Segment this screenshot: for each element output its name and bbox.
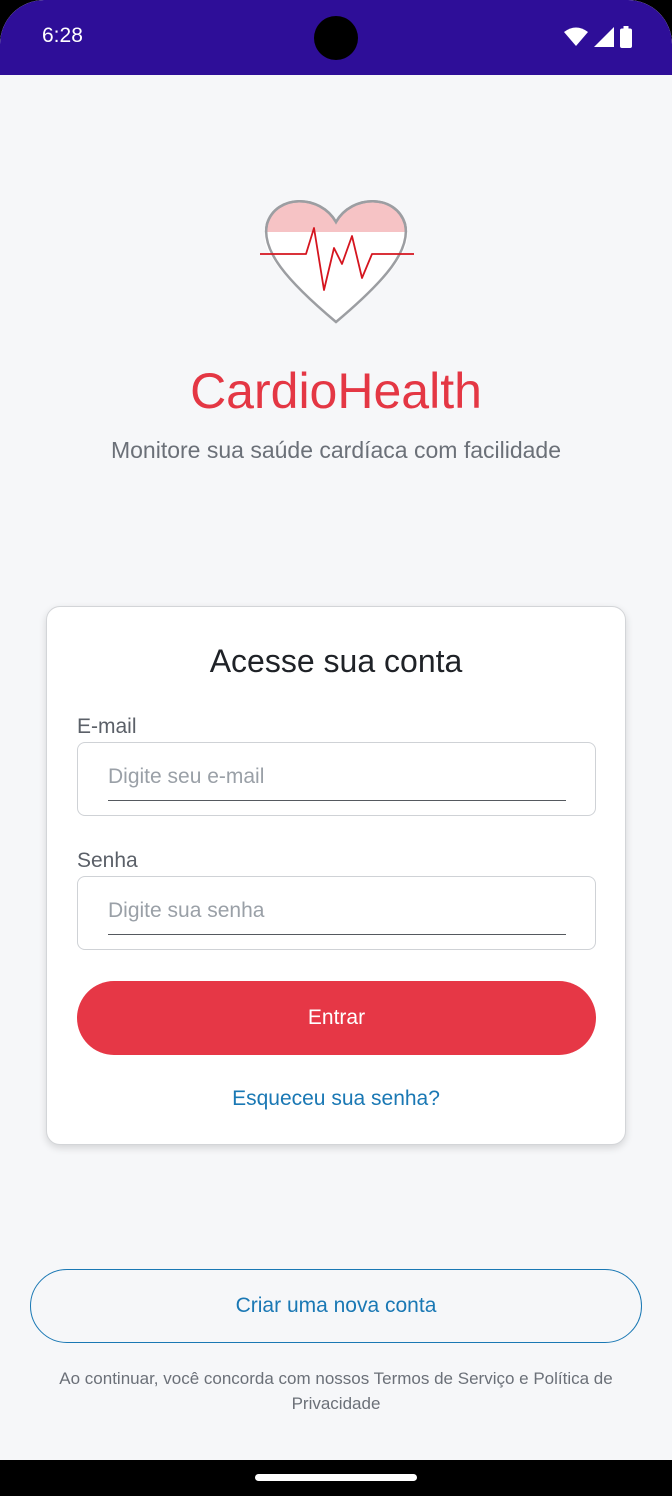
forgot-password-link[interactable]: Esqueceu sua senha? [47,1087,625,1111]
front-camera-cutout [314,16,358,60]
password-field-container [77,876,596,950]
battery-icon [620,26,632,48]
status-time: 6:28 [42,24,83,47]
password-field[interactable] [108,887,566,935]
card-title: Acesse sua conta [209,643,463,679]
email-field[interactable] [108,753,566,801]
status-bar: 6:28 [0,0,672,75]
wifi-icon [564,27,588,46]
password-label: Senha [77,849,138,872]
app-name: CardioHealth [190,363,482,419]
legal-text: Ao continuar, você concorda com nossos T… [59,1369,613,1413]
email-label: E-mail [77,715,137,738]
login-button[interactable]: Entrar [77,981,596,1055]
login-card: Acesse sua conta E-mail Senha Entrar Esq… [46,606,626,1145]
app-tagline: Monitore sua saúde cardíaca com facilida… [110,437,562,463]
status-icons [564,26,632,48]
signal-icon [594,27,614,47]
email-field-container [77,742,596,816]
create-account-button[interactable]: Criar uma nova conta [30,1269,642,1343]
login-screen: 6:28 CardioHealth Monitore sua saúde car… [0,0,672,1496]
heart-pulse-icon [260,200,414,324]
home-indicator[interactable] [255,1474,417,1481]
